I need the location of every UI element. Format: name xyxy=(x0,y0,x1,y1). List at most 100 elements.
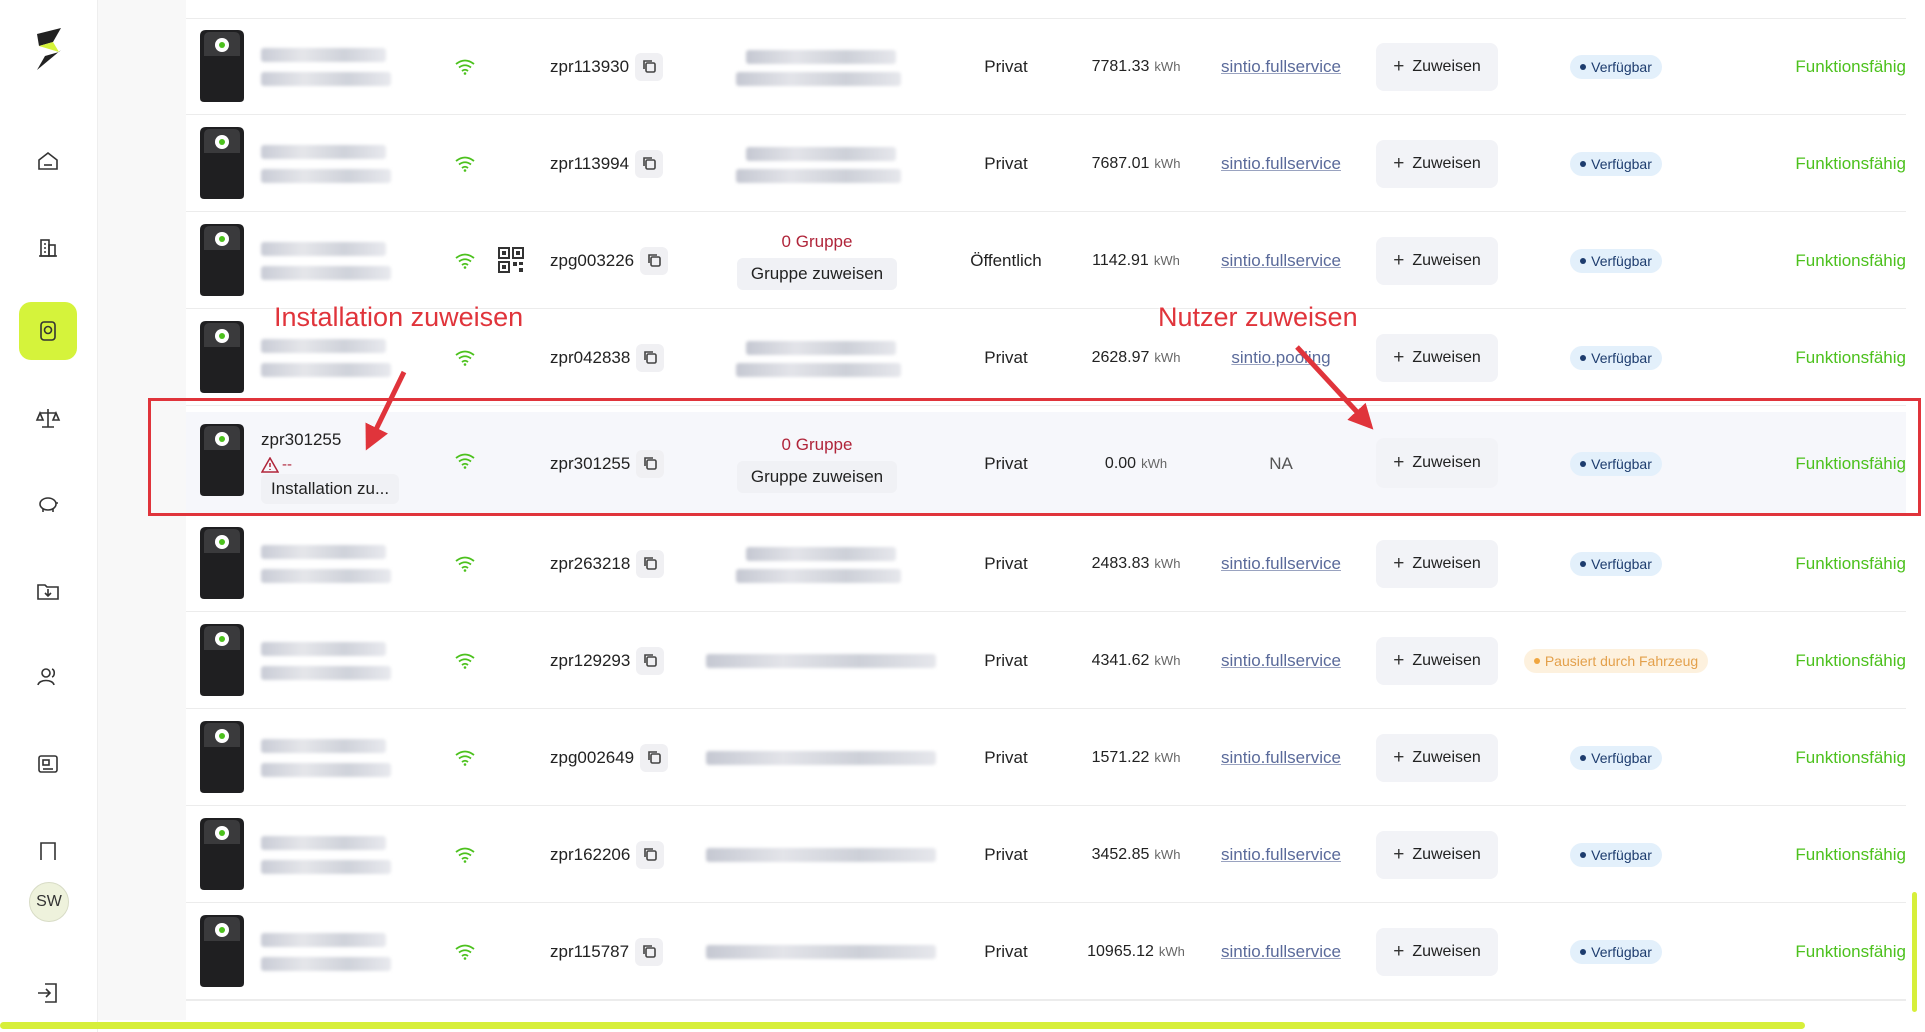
redacted-name xyxy=(261,545,386,559)
status-badge: Verfügbar xyxy=(1570,842,1662,867)
copy-icon xyxy=(644,654,657,667)
redacted-name xyxy=(261,836,386,850)
qr-code-icon[interactable] xyxy=(497,246,525,274)
status-badge: Verfügbar xyxy=(1570,248,1662,273)
assign-label: Zuweisen xyxy=(1412,349,1481,366)
nav-buildings[interactable] xyxy=(19,218,77,276)
status-cell: Verfügbar xyxy=(1486,212,1746,309)
serial-number: zpr042838 xyxy=(550,309,665,406)
assigned-user[interactable]: sintio.fullservice xyxy=(1206,903,1356,1000)
assign-user-button[interactable]: + Zuweisen xyxy=(1376,140,1498,188)
charger-type: Privat xyxy=(984,153,1028,173)
table-row[interactable]: zpg002649 Privat 1571.22 kWh sintio.fullserv… xyxy=(186,709,1906,806)
serial-text: zpr042838 xyxy=(550,347,631,367)
assigned-user[interactable]: sintio.fullservice xyxy=(1206,612,1356,709)
charger-type: Privat xyxy=(984,650,1028,670)
assigned-user[interactable]: sintio.fullservice xyxy=(1206,806,1356,903)
energy-number: 3452.85 xyxy=(1091,845,1150,863)
assigned-user[interactable]: sintio.fullservice xyxy=(1206,18,1356,115)
id-card-icon xyxy=(38,755,58,773)
redacted-name xyxy=(261,242,386,256)
status-dot xyxy=(1580,160,1587,167)
nav-balance[interactable] xyxy=(19,389,77,447)
copy-button[interactable] xyxy=(640,246,669,275)
redacted-address xyxy=(261,72,391,86)
table-row[interactable]: zpr115787 Privat 10965.12 kWh sintio.fullser… xyxy=(186,903,1906,1000)
status-dot xyxy=(1580,948,1587,955)
redacted-address-line2 xyxy=(736,169,901,183)
table-row[interactable]: zpr113930 Privat 7781.33 kWh sintio.fullserv… xyxy=(186,18,1906,115)
avatar[interactable]: SW xyxy=(29,882,69,922)
status-cell: Verfügbar xyxy=(1486,806,1746,903)
status-cell: Verfügbar xyxy=(1486,115,1746,212)
copy-button[interactable] xyxy=(635,937,664,966)
charger-type: Privat xyxy=(984,56,1028,76)
assigned-user[interactable]: sintio.fullservice xyxy=(1206,515,1356,612)
copy-button[interactable] xyxy=(636,549,665,578)
redacted-name xyxy=(261,48,386,62)
nav-charger[interactable] xyxy=(19,302,77,360)
assign-group-button[interactable]: Gruppe zuweisen xyxy=(736,257,898,290)
status-dot xyxy=(1580,560,1587,567)
assign-user-button[interactable]: + Zuweisen xyxy=(1376,831,1498,879)
assigned-user[interactable]: sintio.fullservice xyxy=(1206,212,1356,309)
assigned-user[interactable]: sintio.fullservice xyxy=(1206,115,1356,212)
redacted-address xyxy=(261,569,391,583)
serial-text: zpr115787 xyxy=(550,941,630,961)
table-row[interactable]: zpr113994 Privat 7687.01 kWh sintio.fullserv… xyxy=(186,115,1906,212)
assign-user-button[interactable]: + Zuweisen xyxy=(1376,237,1498,285)
table-row[interactable]: zpr162206 Privat 3452.85 kWh sintio.fullserv… xyxy=(186,806,1906,903)
nav-users[interactable] xyxy=(19,648,77,706)
wifi-icon xyxy=(455,653,475,669)
status-cell: Verfügbar xyxy=(1486,515,1746,612)
redacted-name xyxy=(261,933,386,947)
copy-icon xyxy=(644,848,657,861)
energy-value: 2483.83 kWh xyxy=(1066,515,1206,612)
nav-home[interactable] xyxy=(19,132,77,190)
redacted-address xyxy=(706,945,936,959)
nav-logout[interactable] xyxy=(19,964,77,1022)
assign-user-button[interactable]: + Zuweisen xyxy=(1376,43,1498,91)
functional-status: Funktionsfähig xyxy=(1795,553,1906,573)
wifi-icon xyxy=(455,556,475,572)
copy-icon xyxy=(642,60,656,73)
assign-label: Zuweisen xyxy=(1412,846,1481,863)
nav-id-card[interactable] xyxy=(19,735,77,793)
wifi-icon xyxy=(455,944,475,960)
serial-number: zpr162206 xyxy=(550,806,665,903)
copy-button[interactable] xyxy=(636,646,665,675)
assign-user-button[interactable]: + Zuweisen xyxy=(1376,540,1498,588)
status-badge: Verfügbar xyxy=(1570,551,1662,576)
assign-user-button[interactable]: + Zuweisen xyxy=(1376,637,1498,685)
nav-bookmark[interactable] xyxy=(19,822,77,880)
redacted-address-line1 xyxy=(746,341,896,355)
redacted-address xyxy=(261,666,391,680)
assigned-user[interactable]: sintio.fullservice xyxy=(1206,709,1356,806)
copy-button[interactable] xyxy=(636,343,665,372)
table-row[interactable]: zpg003226 0 Gruppe Gruppe zuweisen Öffentli… xyxy=(186,212,1906,309)
assign-user-button[interactable]: + Zuweisen xyxy=(1376,734,1498,782)
copy-button[interactable] xyxy=(635,52,664,81)
status-text: Pausiert durch Fahrzeug xyxy=(1544,652,1699,669)
wifi-icon xyxy=(455,750,475,766)
horizontal-scrollbar[interactable] xyxy=(0,1022,1805,1029)
serial-text: zpr263218 xyxy=(550,553,631,573)
nav-piggy[interactable] xyxy=(19,475,77,533)
copy-button[interactable] xyxy=(635,149,664,178)
vertical-scrollbar[interactable] xyxy=(1912,892,1917,1012)
nav-folder[interactable] xyxy=(19,562,77,620)
group-count: 0 Gruppe xyxy=(781,231,853,251)
serial-text: zpr113930 xyxy=(550,56,630,76)
charger-type: Privat xyxy=(984,553,1028,573)
annotation-install: Installation zuweisen xyxy=(274,302,524,332)
assign-user-button[interactable]: + Zuweisen xyxy=(1376,928,1498,976)
assign-user-button[interactable]: + Zuweisen xyxy=(1376,334,1498,382)
copy-button[interactable] xyxy=(640,743,669,772)
energy-value: 10965.12 kWh xyxy=(1066,903,1206,1000)
table-row[interactable]: zpr263218 Privat 2483.83 kWh sintio.fullserv… xyxy=(186,515,1906,612)
charger-type: Privat xyxy=(984,747,1028,767)
charger-device-icon xyxy=(200,30,244,102)
energy-unit: kWh xyxy=(1158,944,1185,959)
table-row[interactable]: zpr129293 Privat 4341.62 kWh sintio.fullserv… xyxy=(186,612,1906,709)
copy-button[interactable] xyxy=(636,840,665,869)
